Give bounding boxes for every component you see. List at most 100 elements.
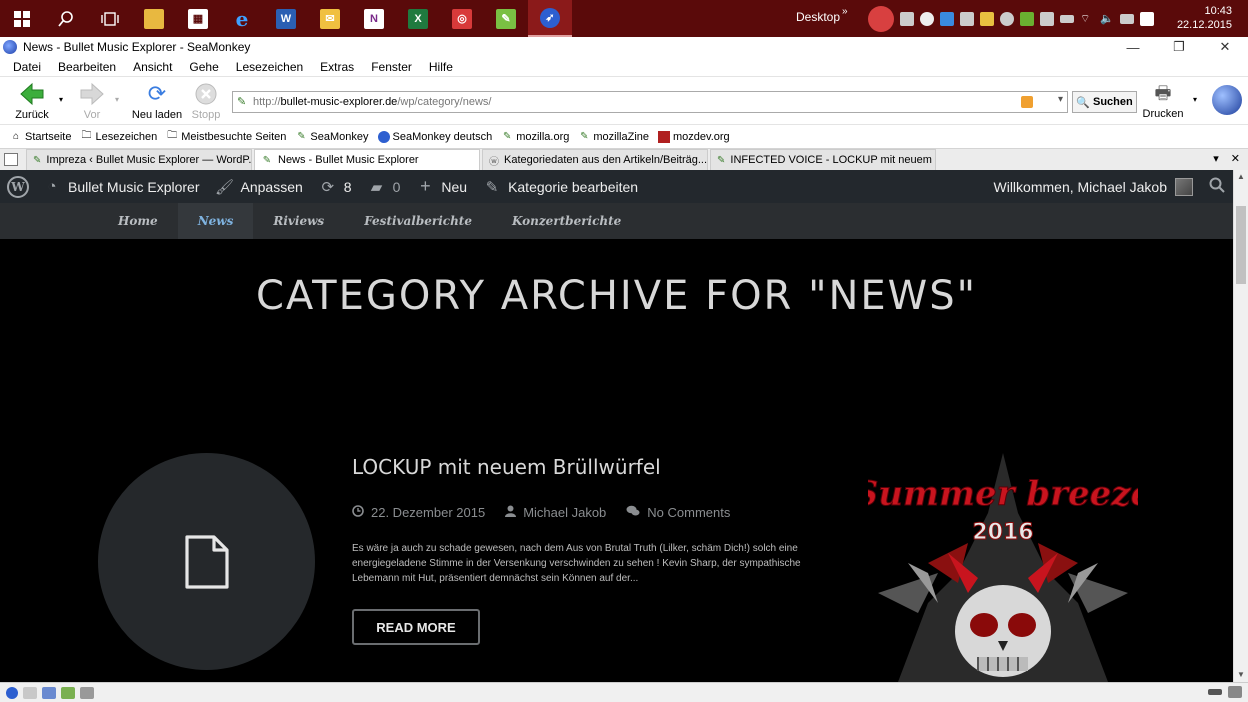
avatar[interactable] (1175, 177, 1193, 196)
vertical-scrollbar[interactable]: ▲ ▼ (1233, 170, 1248, 682)
email-client-icon[interactable]: ✉ (308, 0, 352, 37)
wp-edit-category[interactable]: ✎ Kategorie bearbeiten (483, 178, 638, 196)
task-view-icon[interactable] (88, 0, 132, 37)
scroll-up-icon[interactable]: ▲ (1234, 170, 1248, 184)
desktop-toolbar-label[interactable]: Desktop (796, 10, 840, 24)
rss-feed-icon[interactable] (1021, 96, 1033, 108)
bookmark-mozilla-org[interactable]: ✎ mozilla.org (501, 131, 569, 143)
stop-button[interactable]: Stopp (188, 81, 224, 121)
chatzilla-component-icon[interactable] (80, 686, 94, 699)
search-icon[interactable] (44, 0, 88, 37)
browser-component-icon[interactable] (6, 686, 18, 699)
camera-app-icon[interactable]: ◎ (440, 0, 484, 37)
seamonkey-taskbar-icon[interactable]: ➶ (528, 0, 572, 37)
nav-home[interactable]: Home (98, 203, 178, 239)
bookmark-lesezeichen[interactable]: 🗀 Lesezeichen (80, 130, 157, 143)
scroll-down-icon[interactable]: ▼ (1234, 668, 1248, 682)
read-more-button[interactable]: READ MORE (352, 609, 480, 645)
menu-gehe[interactable]: Gehe (186, 60, 221, 74)
summer-breeze-poster[interactable]: Summer breeze 2016 (868, 453, 1138, 682)
post-format-badge[interactable] (98, 453, 315, 670)
bookmark-startseite[interactable]: ⌂ Startseite (10, 131, 72, 143)
scrollbar-thumb[interactable] (1236, 206, 1246, 284)
wp-updates[interactable]: ⟳ 8 (319, 178, 351, 196)
security-lock-icon[interactable] (1228, 686, 1242, 698)
start-button[interactable] (0, 0, 44, 37)
search-button[interactable]: 🔍 Suchen (1072, 91, 1137, 113)
bookmark-mozdev[interactable]: mozdev.org (658, 130, 730, 143)
system-clock[interactable]: 10:43 22.12.2015 (1177, 4, 1232, 32)
notifications-icon[interactable] (1140, 12, 1154, 26)
post-comments[interactable]: No Comments (626, 505, 730, 520)
keyboard-icon[interactable] (1120, 14, 1134, 24)
composer-component-icon[interactable] (42, 686, 56, 699)
back-button[interactable]: Zurück (10, 81, 54, 121)
wordpress-logo-icon[interactable]: W (7, 175, 29, 198)
bookmark-seamonkey-deutsch[interactable]: SeaMonkey deutsch (377, 130, 492, 143)
print-button[interactable]: 🖶 Drucken (1140, 81, 1186, 120)
store-icon[interactable]: ▦ (176, 0, 220, 37)
url-bar[interactable]: ✎ http://bullet-music-explorer.de/wp/cat… (232, 91, 1068, 113)
page-bookmark-icon[interactable]: ✎ (237, 96, 249, 108)
close-tab-icon[interactable]: ✕ (1231, 152, 1240, 165)
mail-component-icon[interactable] (23, 686, 37, 699)
seamonkey-app-icon[interactable] (3, 40, 17, 54)
search-icon[interactable] (1209, 177, 1225, 196)
bookmark-seamonkey[interactable]: ✎ SeaMonkey (295, 131, 368, 143)
post-author[interactable]: Michael Jakob (505, 505, 606, 520)
battery-icon[interactable] (1060, 15, 1074, 23)
seamonkey-throbber-icon[interactable] (1212, 85, 1242, 115)
menu-datei[interactable]: Datei (10, 60, 44, 74)
bookmark-mozillazine[interactable]: ✎ mozillaZine (578, 131, 649, 143)
nav-riviews[interactable]: Riviews (253, 203, 344, 239)
close-icon[interactable]: ✕ (1202, 37, 1248, 57)
restore-icon[interactable]: ❐ (1156, 37, 1202, 57)
security-tray-icon[interactable] (940, 12, 954, 26)
minimize-icon[interactable]: — (1110, 37, 1156, 57)
menu-hilfe[interactable]: Hilfe (426, 60, 456, 74)
tab-news[interactable]: ✎ News - Bullet Music Explorer (254, 149, 480, 170)
tab-list-icon[interactable] (4, 153, 18, 166)
address-book-component-icon[interactable] (61, 686, 75, 699)
print-options-chevron-icon[interactable]: ▾ (1190, 95, 1200, 104)
menu-ansicht[interactable]: Ansicht (130, 60, 175, 74)
nvidia-tray-icon[interactable] (1020, 12, 1034, 26)
url-history-dropdown-icon[interactable]: ▾ (1058, 94, 1063, 105)
tab-infected-voice[interactable]: ✎ INFECTED VOICE - LOCKUP mit neuem B... (710, 149, 936, 170)
wp-site-name[interactable]: ◔ Bullet Music Explorer (43, 178, 199, 196)
menu-bearbeiten[interactable]: Bearbeiten (55, 60, 119, 74)
antivirus-tray-icon[interactable] (868, 6, 894, 32)
tab-impreza[interactable]: ✎ Impreza ‹ Bullet Music Explorer — WordP… (26, 149, 252, 170)
internet-explorer-icon[interactable]: e (220, 0, 264, 37)
nav-konzertberichte[interactable]: Konzertberichte (492, 203, 641, 239)
menu-lesezeichen[interactable]: Lesezeichen (233, 60, 306, 74)
tab-overflow-chevron-icon[interactable]: ▾ (1213, 152, 1219, 165)
forward-history-chevron-icon[interactable]: ▾ (112, 95, 122, 104)
network-devices-tray-icon[interactable] (960, 12, 974, 26)
reload-button[interactable]: ⟳ Neu laden (128, 81, 186, 121)
app-tray-icon[interactable] (980, 12, 994, 26)
notepad-app-icon[interactable]: ✎ (484, 0, 528, 37)
wifi-icon[interactable]: ⌔ (1080, 12, 1094, 26)
nav-news[interactable]: News (177, 203, 254, 239)
back-history-chevron-icon[interactable]: ▾ (56, 95, 66, 104)
online-status-icon[interactable] (1208, 689, 1222, 695)
volume-icon[interactable]: 🔈 (1100, 12, 1114, 26)
file-explorer-icon[interactable] (132, 0, 176, 37)
bookmark-meistbesuchte[interactable]: 🗀 Meistbesuchte Seiten (166, 130, 286, 143)
nav-festivalberichte[interactable]: Festivalberichte (344, 203, 492, 239)
wp-customize[interactable]: 🖌 Anpassen (215, 178, 303, 196)
wp-new[interactable]: + Neu (416, 176, 467, 196)
settings-tray-icon[interactable] (1040, 12, 1054, 26)
forward-button[interactable]: Vor (74, 81, 110, 121)
circle-tray-icon[interactable] (1000, 12, 1014, 26)
word-icon[interactable]: W (264, 0, 308, 37)
wp-comments[interactable]: ▰ 0 (368, 178, 401, 196)
tab-kategoriedaten[interactable]: ⓦ Kategoriedaten aus den Artikeln/Beiträg… (482, 149, 708, 170)
monitor-tray-icon[interactable] (900, 12, 914, 26)
excel-icon[interactable]: X (396, 0, 440, 37)
menu-fenster[interactable]: Fenster (368, 60, 415, 74)
wp-my-account[interactable]: Willkommen, Michael Jakob (994, 179, 1168, 195)
chevron-double-right-icon[interactable]: » (842, 6, 848, 17)
post-title-link[interactable]: LOCKUP mit neuem Brüllwürfel (352, 455, 661, 479)
